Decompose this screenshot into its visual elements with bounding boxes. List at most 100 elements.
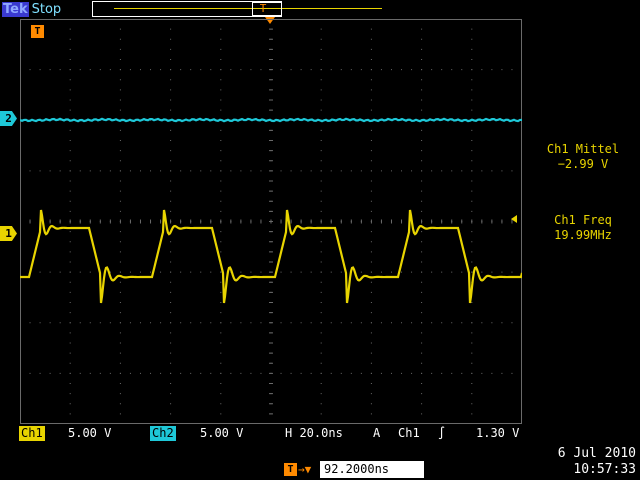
grid-dot (119, 383, 121, 384)
grid-dot (320, 129, 322, 131)
ch1-label[interactable]: Ch1 (19, 426, 45, 441)
grid-dot (69, 342, 71, 344)
grid-dot (20, 271, 21, 273)
grid-dot (170, 210, 172, 212)
grid-dot (481, 322, 483, 324)
grid-dot (320, 28, 322, 30)
grid-dot (370, 383, 372, 384)
grid-dot (320, 393, 322, 395)
grid-dot (69, 170, 71, 172)
grid-dot (370, 109, 372, 111)
grid-dot (370, 332, 372, 334)
grid-dot (290, 372, 292, 374)
grid-dot (320, 99, 322, 101)
grid-dot (170, 150, 172, 152)
grid-dot (431, 170, 433, 172)
graticule (20, 19, 522, 424)
grid-dot (170, 200, 172, 202)
grid-dot (471, 383, 473, 384)
grid-dot (119, 342, 121, 344)
grid-dot (370, 28, 372, 30)
grid-dot (320, 281, 322, 283)
grid-dot (471, 393, 473, 395)
grid-dot (431, 322, 433, 324)
grid-dot (49, 322, 51, 324)
grid-dot (190, 69, 192, 71)
ch2-label[interactable]: Ch2 (150, 426, 176, 441)
grid-dot (451, 69, 453, 71)
grid-dot (170, 160, 172, 162)
grid-dot (421, 302, 423, 303)
grid-dot (99, 322, 101, 324)
grid-dot (230, 170, 232, 172)
grid-dot (119, 69, 121, 71)
grid-dot (69, 99, 71, 101)
grid-dot (170, 170, 172, 172)
grid-dot (69, 79, 71, 81)
grid-dot (220, 180, 222, 182)
grid-dot (501, 372, 503, 374)
grid-dot (170, 393, 172, 395)
grid-dot (220, 383, 222, 384)
grid-dot (59, 322, 61, 324)
grid-dot (119, 332, 121, 334)
grid-dot (370, 180, 372, 182)
grid-dot (230, 322, 232, 324)
grid-dot (160, 69, 162, 71)
grid-dot (421, 28, 423, 30)
grid-dot (421, 241, 423, 243)
grid-dot (280, 170, 282, 172)
grid-dot (129, 372, 131, 374)
grid-dot (49, 271, 51, 273)
grid-dot (421, 210, 423, 212)
grid-dot (320, 38, 322, 40)
grid-dot (200, 69, 202, 71)
grid-dot (421, 129, 423, 131)
grid-dot (471, 423, 473, 424)
grid-dot (471, 79, 473, 81)
grid-dot (99, 170, 101, 172)
grid-dot (240, 170, 242, 172)
grid-dot (109, 322, 111, 324)
grid-dot (471, 352, 473, 354)
grid-dot (240, 69, 242, 71)
grid-dot (160, 170, 162, 172)
grid-dot (290, 170, 292, 172)
grid-dot (220, 109, 222, 111)
grid-dot (360, 372, 362, 374)
grid-dot (119, 271, 121, 273)
grid-dot (99, 372, 101, 374)
grid-dot (511, 372, 513, 374)
measurement-value: 19.99MHz (554, 228, 612, 242)
grid-dot (401, 271, 403, 273)
grid-dot (370, 79, 372, 81)
grid-dot (260, 170, 262, 172)
grid-dot (421, 200, 423, 202)
grid-dot (471, 109, 473, 111)
grid-dot (511, 271, 513, 273)
grid-dot (370, 312, 372, 314)
grid-dot (320, 291, 322, 293)
grid-dot (370, 160, 372, 162)
time: 10:57:33 (573, 462, 636, 477)
grid-dot (471, 99, 473, 101)
grid-dot (390, 69, 392, 71)
grid-dot (69, 383, 71, 384)
grid-dot (190, 271, 192, 273)
acquisition-status: Stop (31, 2, 62, 17)
grid-dot (119, 241, 121, 243)
grid-dot (69, 59, 71, 60)
grid-dot (350, 170, 352, 172)
grid-dot (320, 231, 322, 233)
grid-dot (69, 372, 71, 374)
grid-dot (170, 89, 172, 91)
grid-dot (300, 69, 302, 71)
grid-dot (119, 352, 121, 354)
grid-dot (69, 261, 71, 263)
grid-dot (511, 170, 513, 172)
grid-dot (210, 271, 212, 273)
grid-dot (150, 69, 152, 71)
measurement-ch1-freq: Ch1 Freq 19.99MHz (526, 213, 640, 243)
grid-dot (109, 170, 111, 172)
grid-dot (350, 322, 352, 324)
